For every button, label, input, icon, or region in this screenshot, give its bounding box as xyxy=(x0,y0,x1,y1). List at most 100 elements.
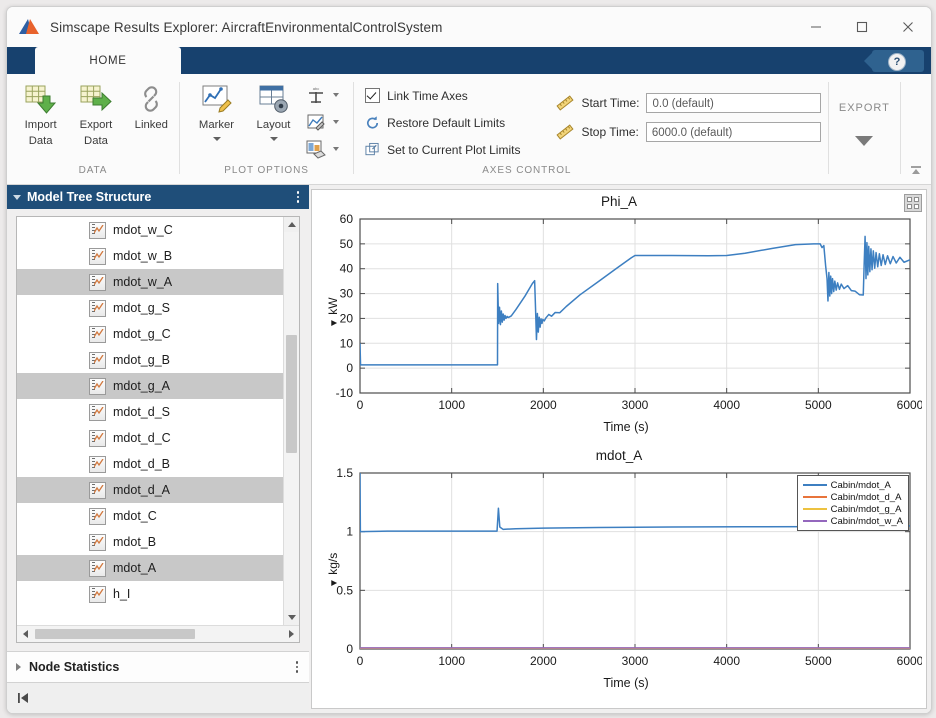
legend-item-2[interactable]: Cabin/mdot_g_A xyxy=(800,503,906,515)
export-data-button[interactable]: Export Data xyxy=(68,80,123,148)
svg-text:5000: 5000 xyxy=(805,654,832,668)
linked-button[interactable]: Linked xyxy=(124,80,179,132)
set-current-plot-limits-label: Set to Current Plot Limits xyxy=(387,142,521,157)
tree-item-mdot_w_B[interactable]: mdot_w_B xyxy=(17,243,299,269)
plot-phi-a-title: Phi_A xyxy=(600,194,638,209)
link-time-axes-label: Link Time Axes xyxy=(387,88,468,103)
svg-text:20: 20 xyxy=(340,311,354,325)
svg-text:30: 30 xyxy=(340,287,354,301)
stop-time-input[interactable]: 6000.0 (default) xyxy=(645,121,821,142)
axes-limits-icon: abc xyxy=(305,84,327,106)
node-statistics-panel-header[interactable]: Node Statistics xyxy=(7,651,309,683)
plot-mdot-a-legend[interactable]: Cabin/mdot_A Cabin/mdot_d_A Cabin/mdot_g_A… xyxy=(796,475,909,531)
set-current-plot-limits-button[interactable]: Set to Current Plot Limits xyxy=(361,136,526,163)
chevron-down-icon[interactable] xyxy=(7,194,27,200)
close-button[interactable] xyxy=(885,7,931,47)
ruler-icon xyxy=(556,94,575,111)
marker-dropdown[interactable] xyxy=(212,133,221,145)
axes-actions: Link Time Axes Restore Default Limits Se… xyxy=(361,80,526,163)
node-statistics-options-icon[interactable] xyxy=(285,661,309,673)
plot-style-button[interactable] xyxy=(302,135,342,162)
legend-label: Cabin/mdot_w_A xyxy=(830,515,903,527)
tree-item-mdot_B[interactable]: mdot_B xyxy=(17,529,299,555)
tree-item-mdot_w_A[interactable]: mdot_w_A xyxy=(17,269,299,295)
legend-item-0[interactable]: Cabin/mdot_A xyxy=(800,479,906,491)
svg-text:1000: 1000 xyxy=(438,654,465,668)
signal-icon xyxy=(89,273,106,291)
tree-item-mdot_w_C[interactable]: mdot_w_C xyxy=(17,217,299,243)
import-data-button[interactable]: Import Data xyxy=(13,80,68,148)
ruler-icon xyxy=(556,123,575,140)
svg-text:-10: -10 xyxy=(336,386,354,400)
layout-button[interactable]: Layout xyxy=(245,80,302,145)
tree-item-mdot_g_C[interactable]: mdot_g_C xyxy=(17,321,299,347)
collapse-ribbon-button[interactable] xyxy=(901,74,931,184)
model-tree-list: mdot_w_C mdot_w_B mdot_w_A mdot_g_S mdot_g_C… xyxy=(17,217,299,625)
signal-icon xyxy=(89,403,106,421)
signal-icon xyxy=(89,559,106,577)
tree-item-mdot_d_C[interactable]: mdot_d_C xyxy=(17,425,299,451)
tree-vertical-scrollbar[interactable] xyxy=(283,217,299,625)
tree-horizontal-scrollbar[interactable] xyxy=(17,625,299,642)
plot-mdot-a-title: mdot_A xyxy=(595,448,643,463)
tab-home[interactable]: HOME xyxy=(35,47,181,74)
model-tree-title: Model Tree Structure xyxy=(27,190,152,204)
signal-icon xyxy=(89,221,106,239)
legend-swatch xyxy=(802,520,827,522)
legend-swatch xyxy=(802,496,827,498)
signal-icon xyxy=(89,481,106,499)
scroll-up-button[interactable] xyxy=(284,217,299,232)
import-data-icon xyxy=(25,82,57,116)
tree-item-label: mdot_d_B xyxy=(113,457,170,471)
plot-area-button[interactable] xyxy=(302,108,342,135)
legend-item-3[interactable]: Cabin/mdot_w_A xyxy=(800,515,906,527)
tree-item-mdot_g_B[interactable]: mdot_g_B xyxy=(17,347,299,373)
legend-swatch xyxy=(802,484,827,486)
svg-text:4000: 4000 xyxy=(713,398,740,412)
plot-phi-a-canvas[interactable]: -1001020304050600 1000 2000 3000 4000 5000 600… xyxy=(312,209,922,419)
tree-item-mdot_d_B[interactable]: mdot_d_B xyxy=(17,451,299,477)
help-button[interactable]: ? xyxy=(864,50,924,72)
ribbon-tab-strip: HOME ? xyxy=(7,47,931,74)
tree-item-mdot_g_A[interactable]: mdot_g_A xyxy=(17,373,299,399)
scroll-left-button[interactable] xyxy=(17,630,33,638)
status-bar xyxy=(7,683,309,713)
svg-text:2000: 2000 xyxy=(530,654,557,668)
start-time-input[interactable]: 0.0 (default) xyxy=(646,92,822,113)
link-icon xyxy=(136,82,166,116)
marker-icon xyxy=(201,82,233,116)
legend-swatch xyxy=(802,508,827,510)
tree-item-h_I[interactable]: h_I xyxy=(17,581,299,607)
tree-item-mdot_g_S[interactable]: mdot_g_S xyxy=(17,295,299,321)
plot-phi-a-xlabel: Time (s) xyxy=(603,420,649,434)
svg-text:3000: 3000 xyxy=(622,398,649,412)
layout-dropdown[interactable] xyxy=(269,133,278,145)
scroll-down-button[interactable] xyxy=(284,610,299,625)
export-data-icon xyxy=(80,82,112,116)
scroll-right-button[interactable] xyxy=(283,630,299,638)
legend-item-1[interactable]: Cabin/mdot_d_A xyxy=(800,491,906,503)
ribbon-group-export[interactable]: EXPORT xyxy=(829,74,901,174)
tree-item-mdot_A[interactable]: mdot_A xyxy=(17,555,299,581)
marker-button[interactable]: Marker xyxy=(188,80,245,145)
axes-limits-button[interactable]: abc xyxy=(302,81,342,108)
start-time-row: Start Time: 0.0 (default) xyxy=(556,88,822,117)
chevron-right-icon[interactable] xyxy=(7,663,29,671)
export-dropdown-icon[interactable] xyxy=(855,136,874,146)
go-to-start-icon[interactable] xyxy=(15,690,31,706)
maximize-button[interactable] xyxy=(839,7,885,47)
model-tree-panel-header[interactable]: Model Tree Structure xyxy=(7,185,309,209)
svg-text:0: 0 xyxy=(346,642,353,656)
tree-item-mdot_d_A[interactable]: mdot_d_A xyxy=(17,477,299,503)
tree-item-mdot_C[interactable]: mdot_C xyxy=(17,503,299,529)
main-content: Model Tree Structure mdot_w_C mdot_w_B mdo… xyxy=(7,185,931,713)
minimize-button[interactable] xyxy=(793,7,839,47)
model-tree-options-icon[interactable] xyxy=(287,191,309,203)
restore-default-limits-button[interactable]: Restore Default Limits xyxy=(361,109,526,136)
legend-label: Cabin/mdot_A xyxy=(830,479,891,491)
tree-item-mdot_d_S[interactable]: mdot_d_S xyxy=(17,399,299,425)
link-time-axes-checkbox[interactable]: Link Time Axes xyxy=(361,82,526,109)
legend-label: Cabin/mdot_g_A xyxy=(830,503,902,515)
svg-text:6000: 6000 xyxy=(897,398,922,412)
window-title: Simscape Results Explorer: AircraftEnvir… xyxy=(50,19,443,35)
